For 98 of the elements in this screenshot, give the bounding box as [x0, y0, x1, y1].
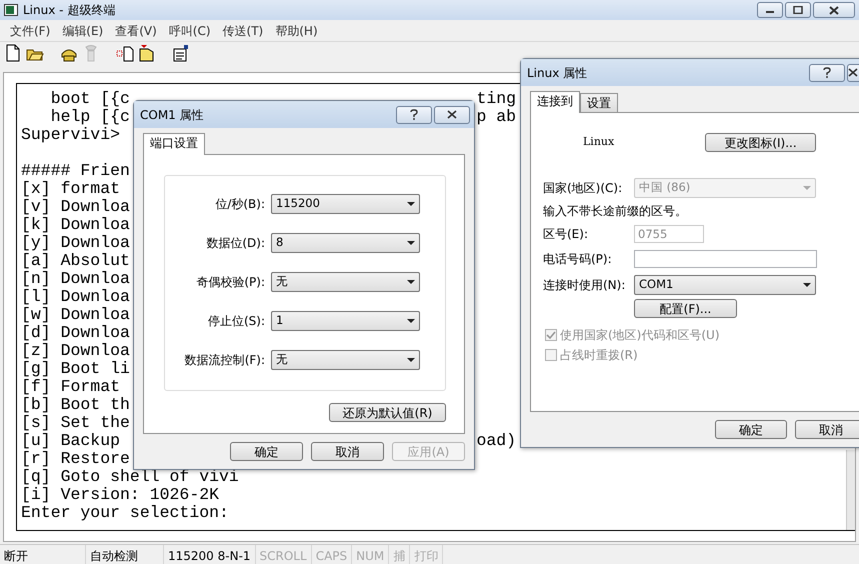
terminal-line: ting	[476, 90, 516, 108]
dropdown[interactable]: 无	[271, 272, 420, 292]
input-field[interactable]	[634, 250, 817, 268]
new-file-icon[interactable]	[4, 44, 22, 62]
dropdown[interactable]: 无	[271, 350, 420, 370]
field-label: 奇偶校验(P):	[195, 274, 266, 291]
close-icon	[829, 6, 839, 14]
terminal-line: help [{c	[50, 108, 130, 126]
status-item: SCROLL	[256, 545, 312, 564]
terminal-line: [f] Format	[21, 378, 120, 396]
properties-icon[interactable]	[172, 44, 190, 62]
menu-item[interactable]: 呼叫(C)	[162, 22, 217, 40]
menu-item[interactable]: 编辑(E)	[56, 22, 110, 40]
connection-name: Linux	[583, 134, 616, 150]
minimize-button[interactable]	[757, 2, 783, 18]
help-icon	[410, 109, 418, 120]
dropdown[interactable]: 8	[271, 233, 420, 253]
terminal-line: [n] Downloa	[21, 270, 130, 288]
terminal-line: [u] Backup	[21, 432, 120, 450]
caret-icon	[407, 241, 415, 245]
maximize-icon	[793, 6, 803, 14]
dropdown[interactable]: 115200	[271, 194, 420, 214]
close-icon	[848, 68, 858, 77]
terminal-line: Enter your selection:	[21, 504, 229, 522]
menu-item[interactable]: 帮助(H)	[269, 22, 324, 40]
terminal-line: [k] Downloa	[21, 216, 130, 234]
caret-icon	[407, 202, 415, 206]
send-file-icon[interactable]	[116, 44, 134, 62]
tab[interactable]: 端口设置	[143, 133, 205, 155]
tab[interactable]: 设置	[580, 93, 618, 112]
terminal-line: [z] Downloa	[21, 342, 130, 360]
terminal-line: oad)	[476, 432, 516, 450]
window-title: Linux - 超级终端	[23, 2, 116, 19]
caret-icon	[407, 280, 415, 284]
terminal-line: [l] Downloa	[21, 288, 130, 306]
field-label: 电话号码(P):	[543, 251, 613, 268]
field-label: 区号(E):	[543, 226, 589, 243]
menu-item[interactable]: 传送(T)	[216, 22, 270, 40]
maximize-button[interactable]	[785, 2, 811, 18]
status-item: CAPS	[312, 545, 352, 564]
configure-button[interactable]: 配置(F)...	[634, 299, 737, 318]
terminal-line: [d] Downloa	[21, 324, 130, 342]
terminal-line: [w] Downloa	[21, 306, 130, 324]
terminal-line: ##### Frien	[21, 162, 130, 180]
status-item: 自动检测	[86, 545, 164, 564]
change-icon-button[interactable]: 更改图标(I)...	[705, 133, 816, 152]
help-icon	[823, 67, 831, 78]
field-label: 国家(地区)(C):	[543, 180, 624, 197]
terminal-line: [v] Downloa	[21, 198, 130, 216]
terminal-line: p ab	[476, 108, 516, 126]
status-item: NUM	[352, 545, 390, 564]
caret-icon	[407, 358, 415, 362]
hint-text: 输入不带长途前缀的区号。	[543, 203, 687, 220]
dialog-button[interactable]: 取消	[311, 442, 384, 461]
scrollbar[interactable]	[846, 450, 855, 530]
receive-file-icon[interactable]	[138, 44, 156, 62]
terminal-line: [s] Set the	[21, 414, 130, 432]
terminal-line: [r] Restore	[21, 450, 130, 468]
menu-item[interactable]: 查看(V)	[109, 22, 163, 40]
status-item: 115200 8-N-1	[164, 545, 256, 564]
checkbox-label: 使用国家(地区)代码和区号(U)	[560, 327, 720, 344]
field-label: 连接时使用(N):	[543, 277, 626, 294]
field-label: 停止位(S):	[206, 313, 266, 330]
terminal-line: [a] Absolut	[21, 252, 130, 270]
terminal-line: [g] Boot li	[21, 360, 130, 378]
terminal-line: boot [{c	[50, 90, 130, 108]
status-item: 断开	[0, 545, 86, 564]
terminal-line: [x] format	[21, 180, 120, 198]
checkbox-label: 占线时重拨(R)	[560, 347, 638, 364]
caret-icon	[803, 283, 811, 287]
help-button[interactable]	[396, 106, 432, 124]
menu-item[interactable]: 文件(F)	[4, 22, 56, 40]
dialog-title: COM1 属性	[140, 106, 204, 124]
dropdown[interactable]: COM1	[634, 275, 816, 295]
terminal-line: [i] Version: 1026-2K	[21, 486, 220, 504]
tab[interactable]: 连接到	[530, 91, 580, 113]
dialog-button[interactable]: 取消	[795, 420, 859, 439]
dialog-title: Linux 属性	[527, 64, 588, 82]
close-button[interactable]	[847, 64, 859, 82]
help-button[interactable]	[809, 64, 845, 82]
status-item: 打印	[410, 545, 444, 564]
close-button[interactable]	[434, 106, 470, 124]
field-label: 数据流控制(F):	[184, 352, 266, 369]
field-label: 位/秒(B):	[214, 196, 266, 213]
terminal-line: [b] Boot th	[21, 396, 130, 414]
close-icon	[447, 110, 457, 119]
caret-icon	[803, 186, 811, 190]
dialog-button[interactable]: 确定	[715, 420, 787, 439]
field-label: 数据位(D):	[205, 235, 266, 252]
close-button[interactable]	[813, 2, 855, 18]
dialog-button[interactable]: 确定	[230, 442, 303, 461]
restore-defaults-button[interactable]: 还原为默认值(R)	[329, 403, 446, 422]
caret-icon	[407, 319, 415, 323]
dropdown[interactable]: 1	[271, 311, 420, 331]
terminal-line: Supervivi>	[21, 126, 120, 144]
status-item: 捕	[389, 545, 410, 564]
terminal-line: [y] Downloa	[21, 234, 130, 252]
app-icon	[4, 4, 18, 16]
